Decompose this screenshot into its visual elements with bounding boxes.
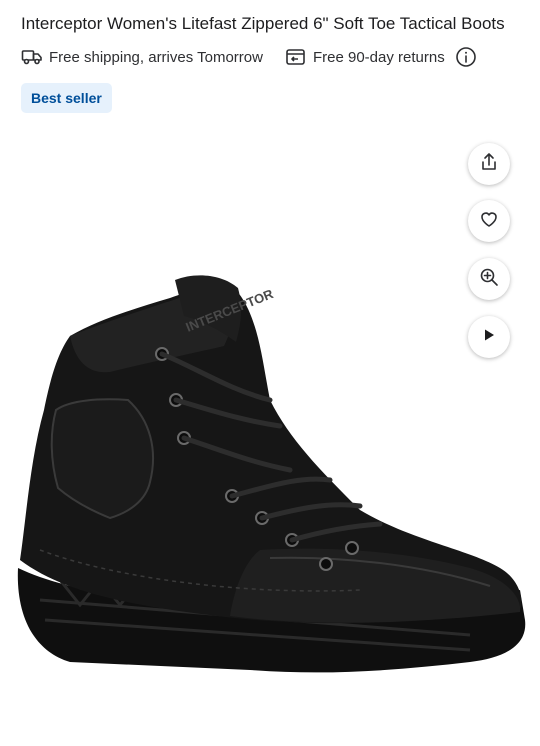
shipping-text: Free shipping, arrives Tomorrow <box>49 48 263 66</box>
best-seller-badge: Best seller <box>21 83 112 113</box>
returns-text: Free 90-day returns <box>312 48 445 66</box>
boot-illustration: INTERCEPTOR <box>17 275 526 673</box>
heart-icon <box>479 209 499 234</box>
play-video-button[interactable] <box>468 316 510 358</box>
returns-box-icon <box>285 46 307 68</box>
share-icon <box>479 152 499 177</box>
zoom-button[interactable] <box>468 258 510 300</box>
fulfillment-info: Free shipping, arrives Tomorrow Free 90-… <box>21 44 477 70</box>
zoom-in-icon <box>479 267 499 292</box>
truck-icon <box>21 46 43 68</box>
share-button[interactable] <box>468 143 510 185</box>
product-title: Interceptor Women's Litefast Zippered 6"… <box>21 14 505 33</box>
favorite-button[interactable] <box>468 200 510 242</box>
info-icon[interactable] <box>455 46 477 68</box>
product-image[interactable]: INTERCEPTOR <box>0 250 540 730</box>
play-icon <box>481 327 497 348</box>
